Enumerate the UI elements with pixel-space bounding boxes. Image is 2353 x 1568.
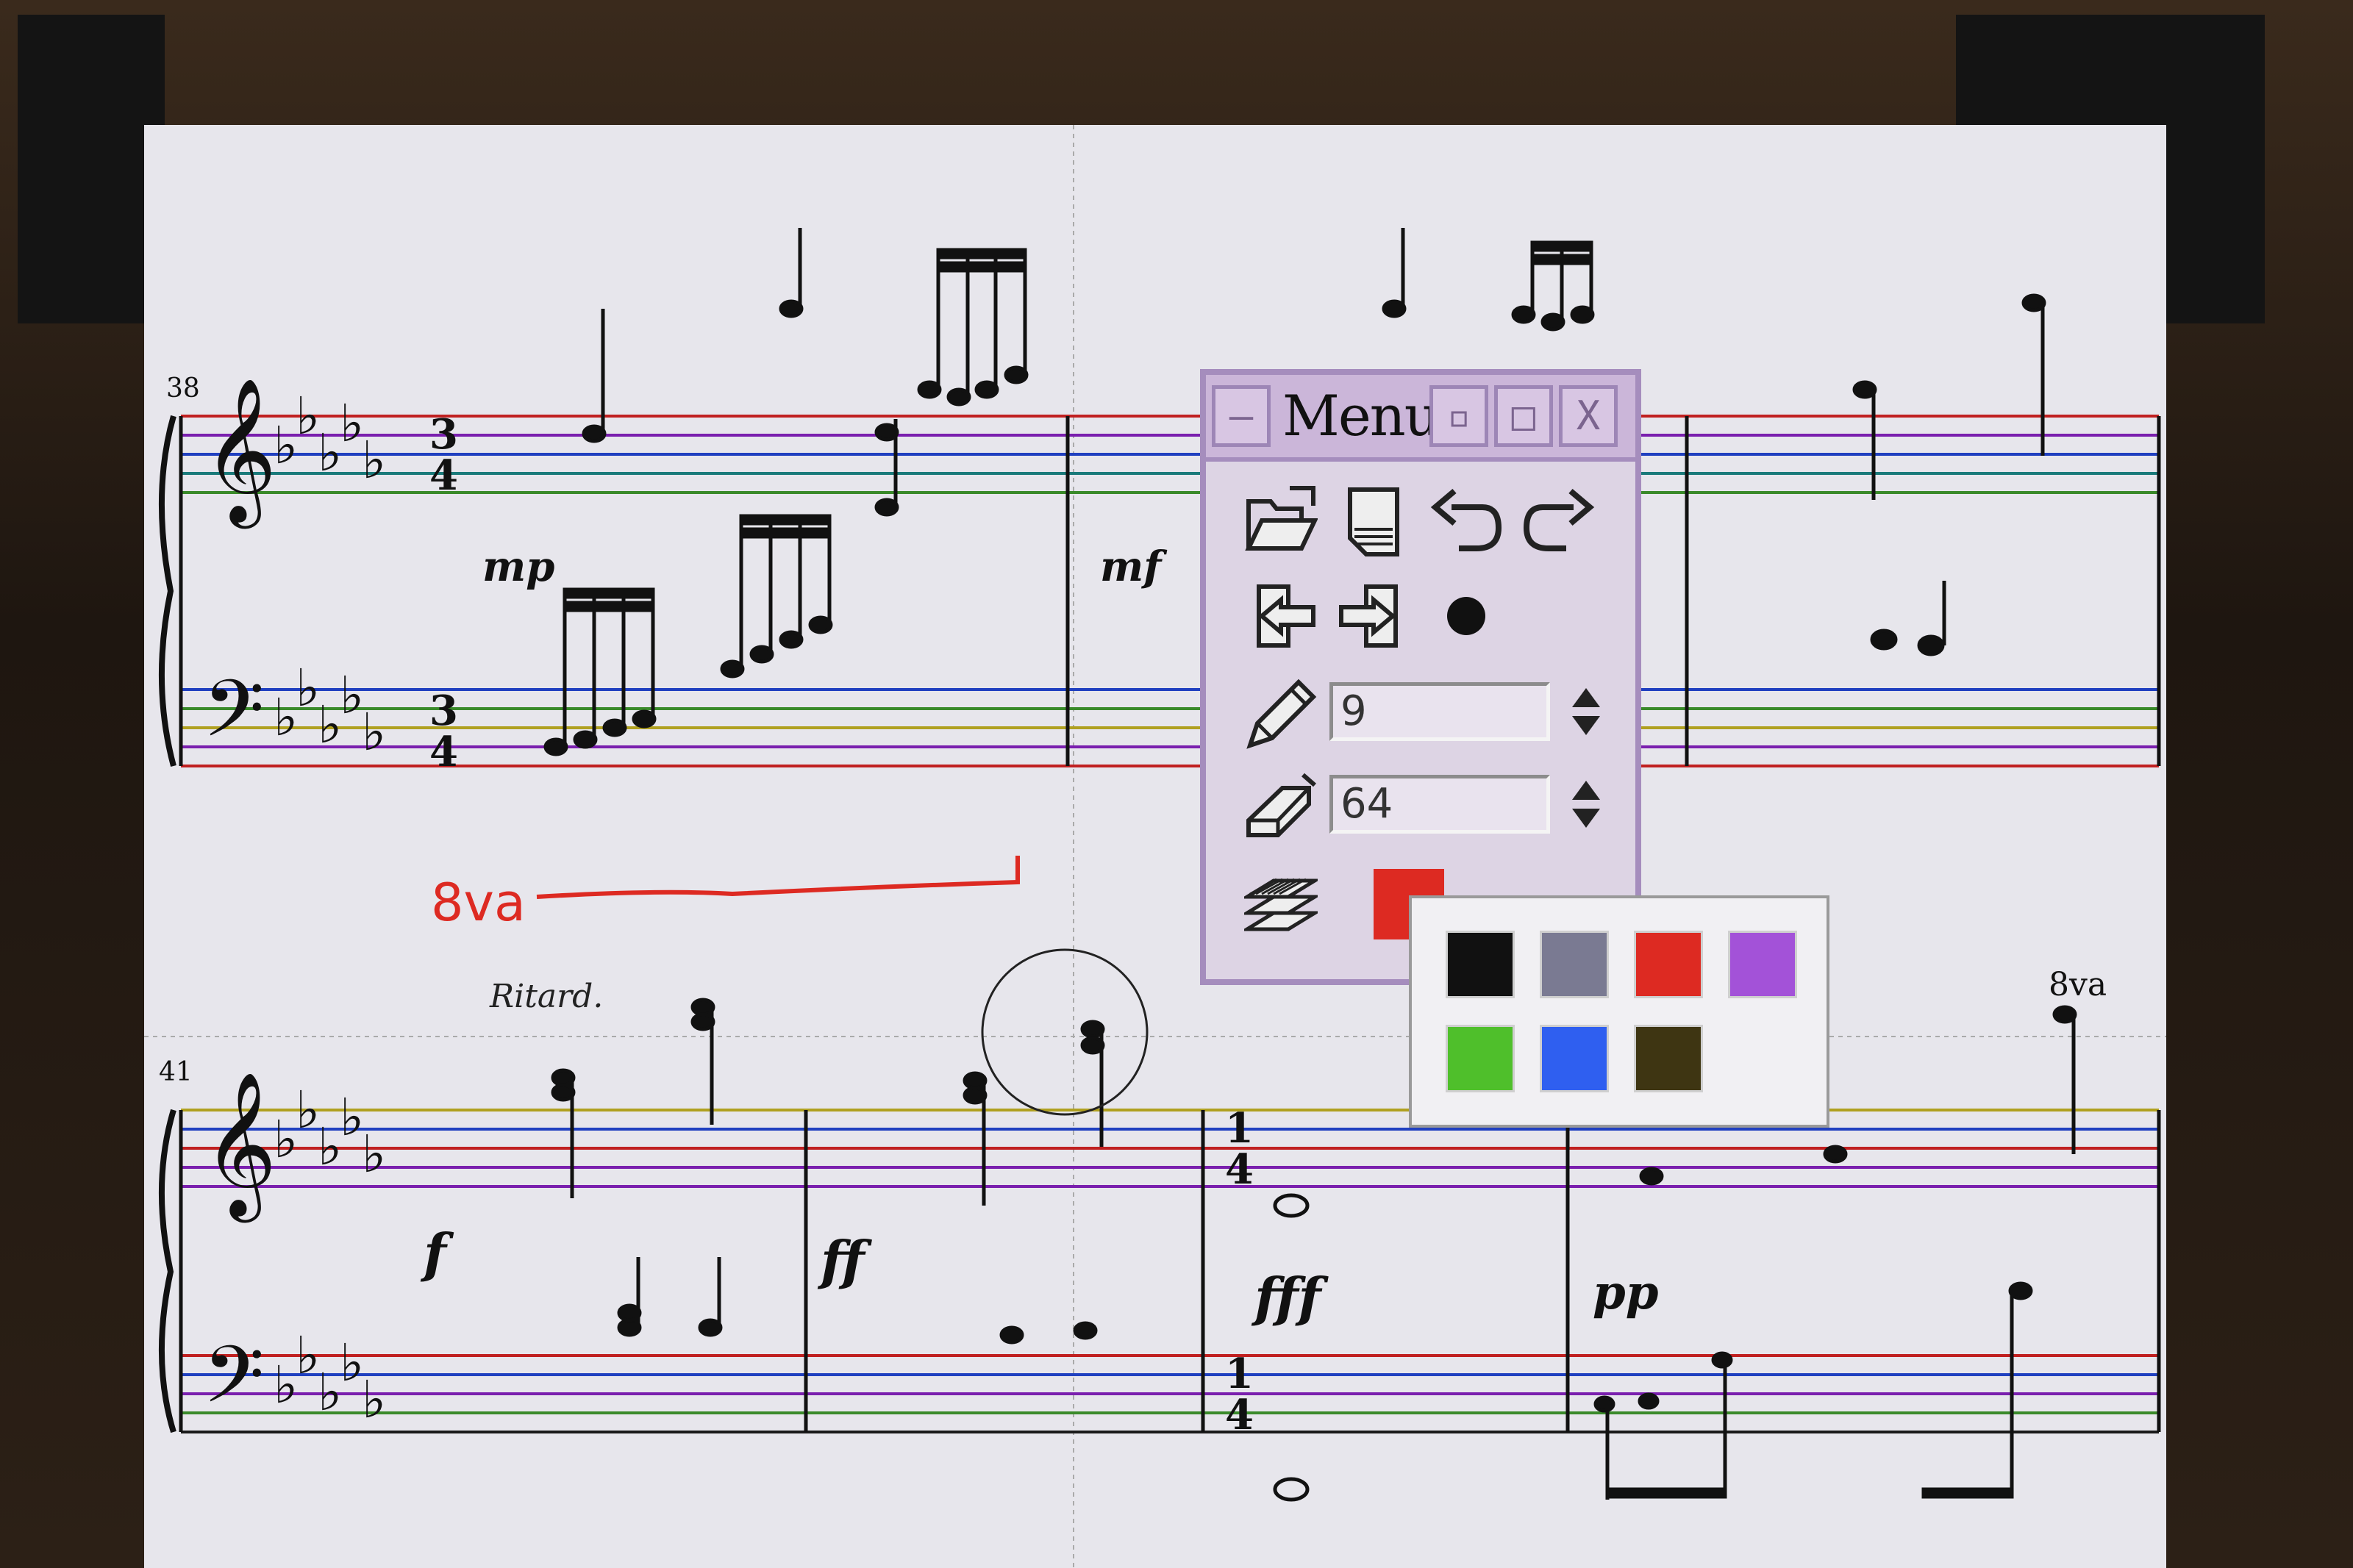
svg-text:♭: ♭: [318, 1117, 342, 1177]
svg-text:ff: ff: [817, 1229, 872, 1292]
color-swatch-gray[interactable]: [1540, 931, 1609, 998]
svg-text:♭: ♭: [362, 1124, 386, 1184]
time-sig-2-bottom-bass: 4: [1225, 1391, 1254, 1439]
octave-marking: 8va: [2049, 966, 2107, 1003]
tempo-marking: Ritard.: [489, 978, 603, 1015]
menu-title: Menu: [1282, 383, 1440, 448]
time-sig-2-bottom: 4: [1225, 1145, 1254, 1194]
bass-clef-icon-2: 𝄢: [203, 1328, 265, 1440]
measure-number-41: 41: [159, 1057, 193, 1087]
shade-button[interactable]: ▫: [1429, 385, 1488, 447]
svg-text:♭: ♭: [362, 1370, 386, 1430]
eraser-icon[interactable]: [1244, 772, 1318, 845]
svg-text:♭: ♭: [296, 1080, 320, 1140]
svg-text:♭: ♭: [340, 1087, 364, 1148]
measure-number-38: 38: [166, 373, 200, 404]
e-ink-screen: 𝄞 𝄢 𝄞 𝄢 ♭ ♭ ♭ ♭ ♭ ♭ ♭ ♭ ♭ ♭ ♭ ♭ ♭ ♭ ♭ ♭ ♭ ♭ ♭ ♭ 3 4 3 4 …: [144, 125, 2166, 1568]
export-icon[interactable]: [1337, 579, 1410, 653]
layers-icon[interactable]: [1244, 867, 1318, 941]
bass-clef-icon: 𝄢: [203, 662, 265, 774]
svg-text:♭: ♭: [274, 1109, 298, 1170]
lasso-cursor[interactable]: [981, 948, 1149, 1116]
svg-text:fff: fff: [1251, 1266, 1329, 1328]
svg-text:♭: ♭: [274, 1355, 298, 1415]
svg-text:pp: pp: [1593, 1265, 1659, 1320]
color-swatch-green[interactable]: [1446, 1025, 1515, 1092]
system-brace-1: [158, 415, 176, 767]
staff-treble-2: [181, 1109, 2159, 1188]
time-sig-bottom-bass: 4: [429, 728, 458, 776]
svg-text:♭: ♭: [296, 1325, 320, 1386]
svg-text:♭: ♭: [340, 393, 364, 454]
time-sig-bottom: 4: [429, 451, 458, 500]
color-palette: [1409, 895, 1829, 1128]
handwritten-annotation: 8va: [431, 856, 1020, 933]
open-folder-icon[interactable]: [1244, 485, 1318, 559]
staff-bass-2: [181, 1354, 2159, 1433]
minimize-button[interactable]: —: [1212, 385, 1271, 447]
key-signature: ♭♭♭♭♭ ♭♭♭♭♭ ♭♭♭♭♭ ♭♭♭♭♭: [274, 386, 386, 1430]
treble-clef-icon: 𝄞: [203, 377, 276, 529]
pencil-icon[interactable]: [1244, 678, 1318, 751]
cross-guides: [144, 125, 2166, 1568]
redo-icon[interactable]: [1522, 485, 1596, 559]
maximize-button[interactable]: □: [1494, 385, 1553, 447]
record-icon[interactable]: [1429, 579, 1503, 653]
menu-window: — Menu ▫ □ X 9 64: [1200, 369, 1641, 985]
save-icon[interactable]: [1337, 485, 1410, 559]
svg-text:♭: ♭: [274, 415, 298, 476]
pencil-size-spinner[interactable]: [1568, 682, 1604, 741]
frame-clip-left: [18, 15, 165, 323]
svg-text:♭: ♭: [318, 1362, 342, 1422]
staff-treble-1: [181, 415, 2159, 494]
color-swatch-brown[interactable]: [1634, 1025, 1703, 1092]
import-icon[interactable]: [1244, 579, 1318, 653]
svg-text:f: f: [420, 1222, 454, 1284]
svg-text:♭: ♭: [296, 658, 320, 718]
color-swatch-black[interactable]: [1446, 931, 1515, 998]
svg-text:♭: ♭: [318, 695, 342, 755]
close-button[interactable]: X: [1559, 385, 1618, 447]
octave-marking-red: 8va: [431, 873, 526, 933]
svg-text:♭: ♭: [296, 386, 320, 446]
sheet-music[interactable]: 𝄞 𝄢 𝄞 𝄢 ♭♭♭♭♭ ♭♭♭♭♭ ♭♭♭♭♭ ♭♭♭♭♭ 3 4 3 4 …: [144, 125, 2166, 1568]
svg-text:♭: ♭: [274, 687, 298, 748]
color-swatch-blue[interactable]: [1540, 1025, 1609, 1092]
svg-text:♭: ♭: [340, 1333, 364, 1393]
eraser-size-spinner[interactable]: [1568, 775, 1604, 834]
svg-text:♭: ♭: [362, 702, 386, 762]
undo-icon[interactable]: [1429, 485, 1503, 559]
color-swatch-red[interactable]: [1634, 931, 1703, 998]
menu-titlebar[interactable]: — Menu ▫ □ X: [1206, 375, 1635, 462]
color-swatch-purple[interactable]: [1728, 931, 1797, 998]
svg-text:mp: mp: [482, 543, 554, 591]
pencil-size-field[interactable]: 9: [1329, 682, 1550, 741]
svg-text:mf: mf: [1100, 543, 1168, 591]
svg-text:♭: ♭: [318, 423, 342, 483]
staff-bass-1: [181, 688, 2159, 767]
eraser-size-field[interactable]: 64: [1329, 775, 1550, 834]
treble-clef-icon-2: 𝄞: [203, 1071, 276, 1222]
svg-text:♭: ♭: [340, 665, 364, 726]
system-brace-2: [158, 1109, 176, 1433]
svg-text:♭: ♭: [362, 430, 386, 490]
